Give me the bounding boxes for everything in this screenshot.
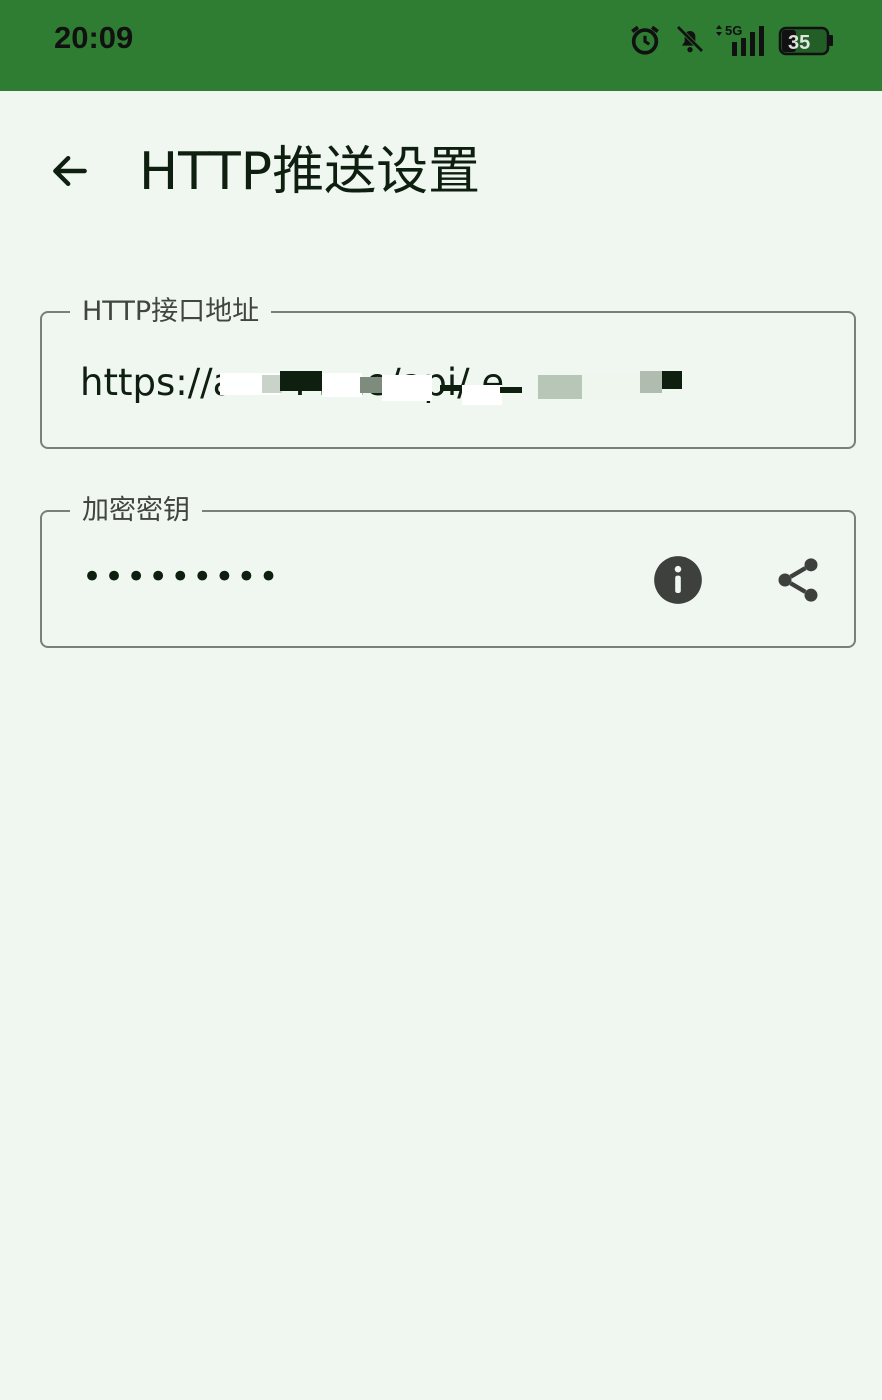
alarm-icon xyxy=(631,25,659,55)
status-icons: 5G 35 xyxy=(628,22,848,62)
status-time: 20:09 xyxy=(54,20,134,55)
share-icon xyxy=(778,558,818,602)
url-field-label: HTTP接口地址 xyxy=(70,295,272,329)
bell-off-icon xyxy=(676,25,704,53)
key-field[interactable]: 加密密钥 ••••••••• xyxy=(40,494,856,648)
page-title: HTTP推送设置 xyxy=(139,142,481,202)
status-bar: 20:09 5G 35 xyxy=(0,0,882,91)
signal-5g-icon: 5G xyxy=(716,23,764,56)
battery-level: 35 xyxy=(788,32,810,54)
url-field[interactable]: HTTP接口地址 https://a . . . .me/api/ e xyxy=(40,295,856,449)
arrow-back-icon xyxy=(53,155,87,187)
info-icon xyxy=(654,556,702,604)
app-bar: HTTP推送设置 xyxy=(0,91,882,261)
key-field-label: 加密密钥 xyxy=(70,494,202,528)
svg-text:5G: 5G xyxy=(725,23,742,38)
info-button[interactable] xyxy=(648,550,708,610)
share-button[interactable] xyxy=(768,550,828,610)
back-button[interactable] xyxy=(34,141,106,201)
battery-icon: 35 xyxy=(778,26,833,56)
key-field-value[interactable]: ••••••••• xyxy=(82,552,281,602)
